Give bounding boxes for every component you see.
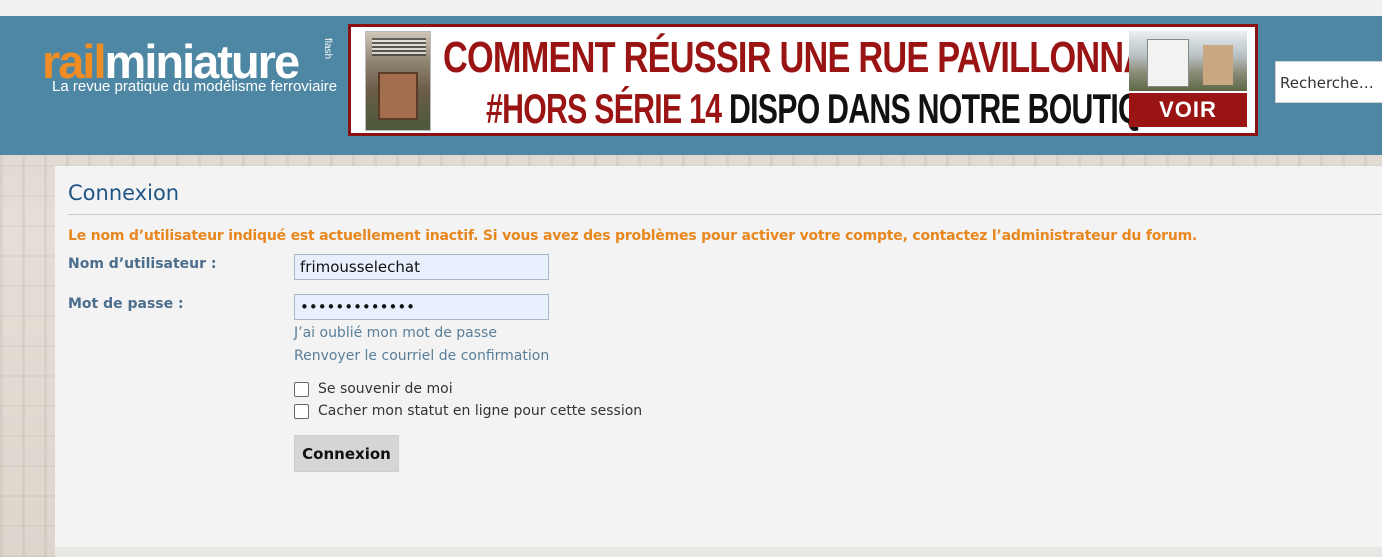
remember-me-label[interactable]: Se souvenir de moi — [318, 381, 453, 397]
password-field[interactable]: ••••••••••••• — [294, 294, 549, 320]
ad-banner[interactable]: COMMENT RÉUSSIR UNE RUE PAVILLONNAIRE #H… — [348, 24, 1258, 136]
forgot-password-link[interactable]: J’ai oublié mon mot de passe — [294, 325, 497, 341]
banner-photo-image — [1129, 31, 1247, 91]
page-title: Connexion — [68, 181, 180, 205]
error-message: Le nom d’utilisateur indiqué est actuell… — [68, 228, 1198, 244]
banner-availability: DISPO DANS NOTRE BOUTIQUE — [728, 85, 1182, 132]
ad-banner-content: COMMENT RÉUSSIR UNE RUE PAVILLONNAIRE #H… — [351, 27, 1255, 133]
login-panel: Connexion Le nom d’utilisateur indiqué e… — [55, 166, 1382, 547]
resend-confirmation-link[interactable]: Renvoyer le courriel de confirmation — [294, 348, 549, 364]
logo-flash: flash — [322, 38, 333, 60]
hide-status-checkbox[interactable] — [294, 404, 309, 419]
banner-subheadline: #HORS SÉRIE 14 DISPO DANS NOTRE BOUTIQUE — [486, 85, 1182, 133]
hide-status-label[interactable]: Cacher mon statut en ligne pour cette se… — [318, 403, 642, 419]
username-field[interactable]: frimousselechat — [294, 254, 549, 280]
magazine-cover-image — [365, 31, 431, 131]
password-label: Mot de passe : — [68, 296, 184, 312]
banner-issue: #HORS SÉRIE 14 — [486, 85, 722, 132]
site-tagline: La revue pratique du modélisme ferroviai… — [52, 78, 338, 95]
login-button[interactable]: Connexion — [294, 435, 399, 472]
banner-voir-button[interactable]: VOIR — [1129, 93, 1247, 127]
bottom-strip — [55, 547, 1382, 557]
top-strip — [0, 0, 1382, 16]
search-input[interactable]: Recherche… — [1275, 61, 1382, 103]
remember-me-checkbox[interactable] — [294, 382, 309, 397]
site-header: railminiature flash La revue pratique du… — [0, 16, 1382, 155]
username-label: Nom d’utilisateur : — [68, 256, 217, 272]
title-divider — [68, 214, 1382, 215]
banner-headline: COMMENT RÉUSSIR UNE RUE PAVILLONNAIRE — [443, 33, 1203, 82]
